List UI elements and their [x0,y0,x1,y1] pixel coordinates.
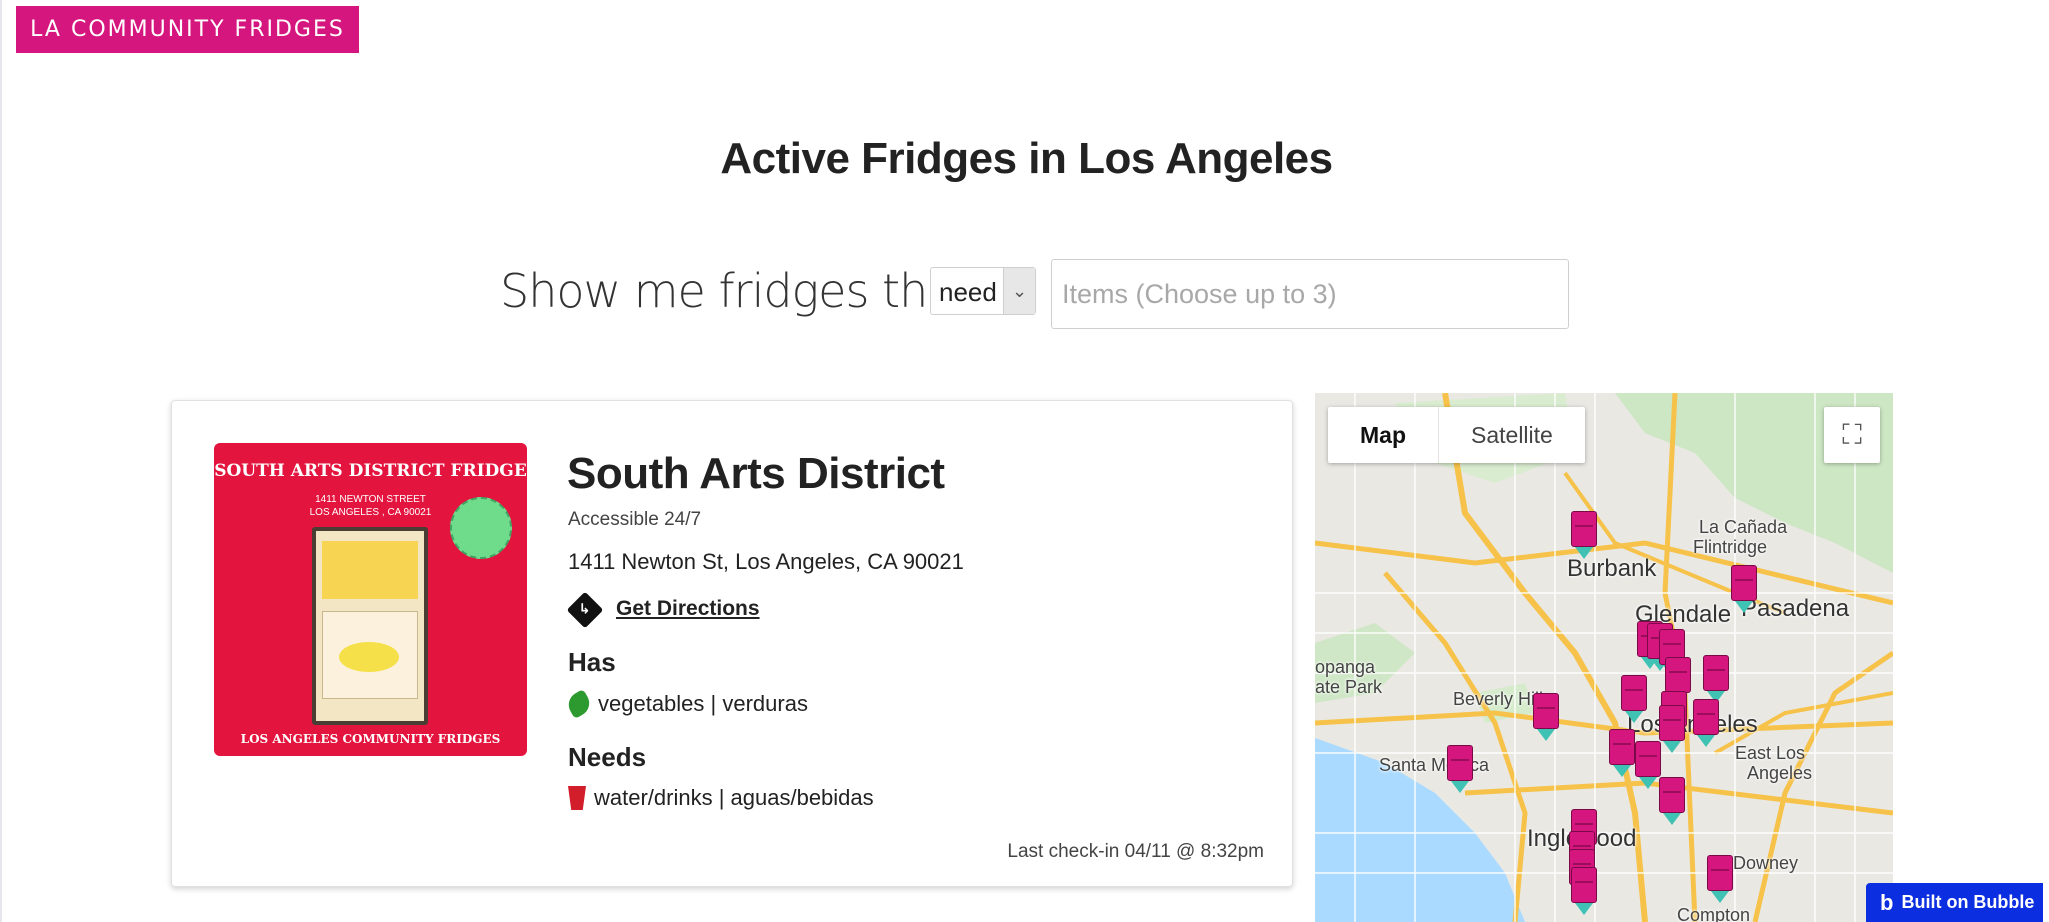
photo-title: SOUTH ARTS DISTRICT FRIDGE [214,461,527,481]
fridge-marker-icon[interactable] [1621,675,1647,725]
cucumber-icon [563,688,595,720]
chevron-down-icon[interactable]: ⌄ [1003,268,1035,314]
map-label-angeles: Angeles [1747,763,1813,783]
last-checkin: Last check-in 04/11 @ 8:32pm [1007,841,1264,862]
get-directions-link[interactable]: Get Directions [616,597,760,621]
bubble-logo-icon: b [1880,889,1894,915]
needs-item: water/drinks | aguas/bebidas [568,785,874,811]
items-search-input[interactable] [1051,259,1569,329]
built-on-bubble-badge[interactable]: b Built on Bubble [1866,883,2043,922]
fridge-marker-icon[interactable] [1659,705,1685,755]
has-item-label: vegetables | verduras [598,691,808,716]
fullscreen-icon[interactable]: ⛶ [1824,407,1880,463]
fridge-marker-icon[interactable] [1703,655,1729,705]
fridge-marker-icon[interactable] [1635,741,1661,791]
fridge-marker-icon[interactable] [1447,745,1473,795]
map-label-flintridge: Flintridge [1693,537,1768,557]
select-value: need [939,277,997,307]
needs-item-label: water/drinks | aguas/bebidas [594,785,874,810]
map-label-topanga: opanga [1315,657,1376,677]
has-heading: Has [568,647,616,677]
badge-label: Built on Bubble [1901,892,2035,912]
fridge-marker-icon[interactable] [1693,699,1719,749]
need-have-select[interactable]: need ⌄ [930,267,1036,315]
fridge-map[interactable]: Map Satellite ⛶ La Cañada Flintridge Bur… [1315,393,1893,922]
fridge-marker-icon[interactable] [1707,855,1733,905]
fridge-image [312,527,428,725]
map-type-toggle[interactable]: Map Satellite [1328,407,1585,463]
map-label-downey: Downey [1733,853,1799,873]
drink-cup-icon [568,786,586,810]
site-logo[interactable]: LA COMMUNITY FRIDGES [16,6,359,53]
fridge-marker-icon[interactable] [1533,693,1559,743]
fridge-name: South Arts District [567,449,945,498]
fridge-marker-icon[interactable] [1571,511,1597,561]
map-label-la-canada: La Cañada [1699,517,1788,537]
fridge-photo[interactable]: SOUTH ARTS DISTRICT FRIDGE 1411 NEWTON S… [214,443,527,756]
fridge-marker-icon[interactable] [1571,867,1597,917]
photo-footer: LOS ANGELES COMMUNITY FRIDGES [240,732,501,746]
directions-icon[interactable]: ↳ [566,591,604,629]
fridge-address: 1411 Newton St, Los Angeles, CA 90021 [568,549,964,574]
map-tab-map[interactable]: Map [1328,407,1439,463]
map-label-compton: Compton [1677,905,1751,922]
needs-heading: Needs [568,742,647,772]
filter-label: Show me fridges that [500,264,972,318]
has-item: vegetables | verduras [563,688,808,720]
fridge-access: Accessible 24/7 [568,509,702,530]
fridge-card[interactable]: SOUTH ARTS DISTRICT FRIDGE 1411 NEWTON S… [171,400,1293,887]
smiley-sticker-icon [450,497,512,559]
map-label-east-los: East Los [1735,743,1806,763]
fridge-marker-icon[interactable] [1659,777,1685,827]
fridge-marker-icon[interactable] [1609,729,1635,779]
map-label-state-park: ate Park [1315,677,1383,697]
fridge-marker-icon[interactable] [1731,565,1757,615]
page-title: Active Fridges in Los Angeles [720,134,1333,183]
map-tab-satellite[interactable]: Satellite [1439,407,1585,463]
map-label-pasadena: Pasadena [1741,595,1850,622]
